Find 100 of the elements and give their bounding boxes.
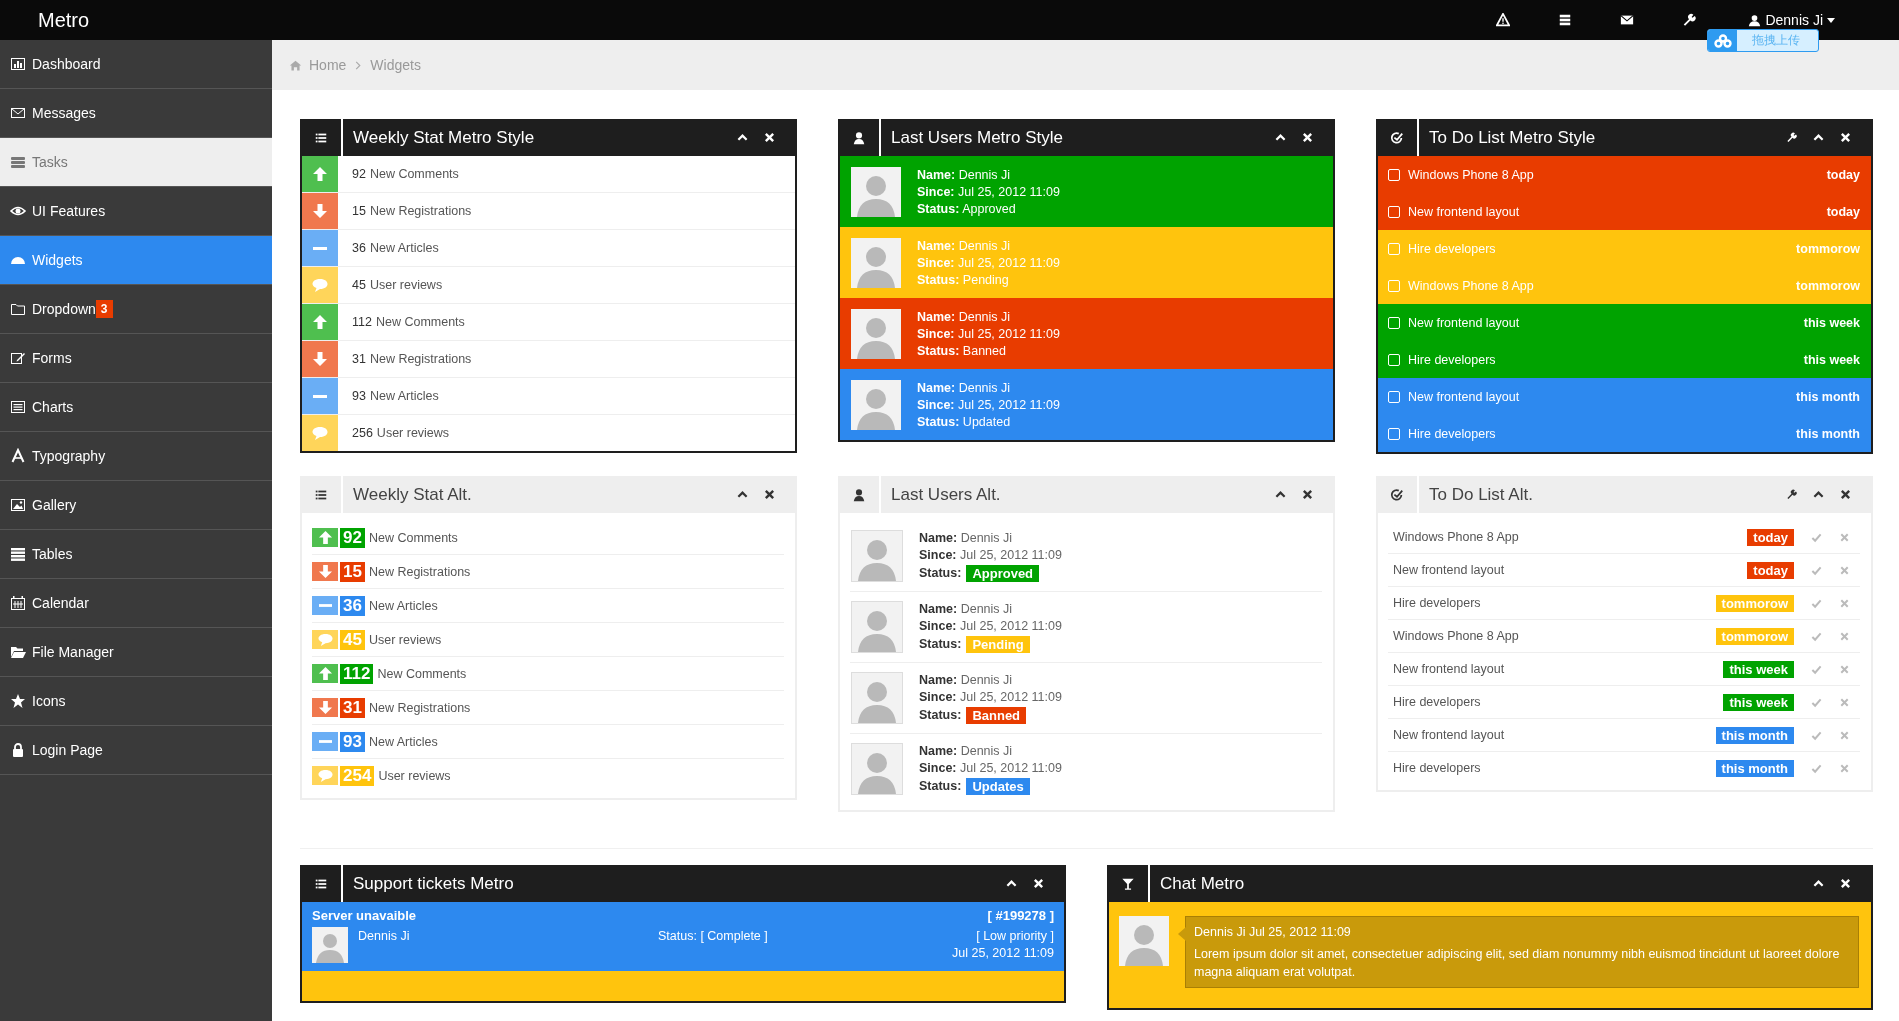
- bar-chart-icon: [10, 56, 26, 72]
- chevron-up-icon[interactable]: [737, 132, 748, 143]
- checkbox[interactable]: [1388, 205, 1400, 218]
- status-badge: Approved: [966, 564, 1040, 582]
- chevron-up-icon[interactable]: [1813, 878, 1824, 889]
- checkbox[interactable]: [1388, 316, 1400, 329]
- user-detail: Name: Dennis Ji: [919, 672, 1014, 687]
- tasks-icon: [10, 154, 26, 170]
- arrow-up-icon: [312, 166, 328, 182]
- check-circle-icon: [1389, 130, 1404, 145]
- chevron-up-icon[interactable]: [1813, 489, 1824, 500]
- stat-text: 93 New Articles: [351, 388, 439, 405]
- avatar-placeholder: [851, 166, 901, 217]
- home-icon: [289, 58, 302, 72]
- checkmark-icon[interactable]: [1811, 762, 1822, 774]
- tasks-icon[interactable]: [1558, 13, 1573, 27]
- avatar-placeholder: [851, 237, 901, 288]
- speech-bubble-icon: [317, 768, 333, 783]
- user-menu-button[interactable]: Dennis Ji: [1744, 12, 1839, 28]
- due-badge: this month: [1715, 726, 1794, 744]
- ticket-date: Jul 25, 2012 11:09: [952, 946, 1054, 960]
- star-icon: [10, 693, 26, 709]
- chevron-up-icon[interactable]: [1006, 878, 1017, 889]
- close-icon[interactable]: [1302, 489, 1313, 500]
- close-icon[interactable]: [764, 489, 775, 500]
- due-badge: today: [1747, 528, 1794, 546]
- checkmark-icon[interactable]: [1811, 663, 1822, 675]
- checkbox[interactable]: [1388, 279, 1400, 292]
- checkbox[interactable]: [1388, 168, 1400, 181]
- warning-icon[interactable]: [1496, 13, 1511, 27]
- user-detail: Since: Jul 25, 2012 11:09: [919, 689, 1062, 704]
- checkmark-icon[interactable]: [1811, 531, 1822, 543]
- speech-bubble-icon: [312, 277, 328, 293]
- close-icon[interactable]: [1840, 489, 1851, 500]
- wrench-icon[interactable]: [1682, 13, 1697, 27]
- count-badge: 45: [340, 629, 365, 650]
- checkmark-icon[interactable]: [1811, 729, 1822, 741]
- user-detail: Name: Dennis Ji: [917, 309, 1012, 324]
- panel-title: Weekly Stat Metro Style: [352, 127, 535, 148]
- envelope-icon: [10, 105, 26, 121]
- arrow-up-icon: [317, 530, 333, 545]
- sidebar-item[interactable]: Dropdown 3: [0, 285, 272, 334]
- todo-label: Hire developers: [1408, 241, 1496, 256]
- user-icon: [851, 487, 866, 502]
- stat-text: 31 New Registrations: [351, 351, 472, 368]
- sidebar-item[interactable]: Tasks: [0, 138, 272, 187]
- checkbox[interactable]: [1388, 427, 1400, 440]
- todo-label: New frontend layout: [1393, 662, 1505, 676]
- todo-label: Windows Phone 8 App: [1408, 167, 1534, 182]
- status-label: Status:: [919, 637, 962, 651]
- checkmark-icon[interactable]: [1811, 630, 1822, 642]
- panel-title: Support tickets Metro: [352, 873, 514, 894]
- status-label: Status:: [919, 708, 962, 722]
- stat-label: User reviews: [368, 632, 442, 647]
- wrench-icon[interactable]: [1786, 132, 1797, 143]
- chevron-right-icon: [355, 60, 362, 70]
- checkbox[interactable]: [1388, 353, 1400, 366]
- avatar-placeholder: [312, 927, 348, 963]
- checkmark-icon[interactable]: [1811, 564, 1822, 576]
- panel-title: Chat Metro: [1159, 873, 1245, 894]
- chevron-up-icon[interactable]: [1813, 132, 1824, 143]
- panel-title: To Do List Alt.: [1428, 484, 1533, 505]
- todo-label: Hire developers: [1408, 426, 1496, 441]
- checkbox[interactable]: [1388, 390, 1400, 403]
- envelope-icon[interactable]: [1620, 13, 1635, 27]
- folder-icon: [10, 644, 26, 660]
- count-badge: 112: [340, 663, 374, 684]
- due-badge: this week: [1723, 660, 1794, 678]
- panel-title: Weekly Stat Alt.: [352, 484, 472, 505]
- calendar-icon: [10, 595, 26, 611]
- stat-label: New Comments: [377, 666, 467, 681]
- wrench-icon[interactable]: [1786, 489, 1797, 500]
- user-detail: Since: Jul 25, 2012 11:09: [917, 184, 1060, 199]
- stat-label: New Articles: [368, 598, 438, 613]
- checkbox[interactable]: [1388, 242, 1400, 255]
- avatar-placeholder: [1119, 916, 1169, 966]
- stat-label: New Registrations: [368, 564, 471, 579]
- chevron-up-icon[interactable]: [1275, 489, 1286, 500]
- ticket-author: Dennis Ji: [358, 929, 411, 943]
- user-detail: Since: Jul 25, 2012 11:09: [917, 397, 1060, 412]
- user-detail: Status: Approved: [917, 201, 1017, 216]
- status-label: Status:: [919, 779, 962, 793]
- chevron-up-icon[interactable]: [1275, 132, 1286, 143]
- todo-label: New frontend layout: [1393, 563, 1505, 577]
- brand-logo: Metro: [38, 8, 90, 32]
- user-detail: Since: Jul 25, 2012 11:09: [919, 618, 1062, 633]
- picture-icon: [10, 497, 26, 513]
- user-detail: Status: Pending: [917, 272, 1010, 287]
- checkmark-icon[interactable]: [1811, 597, 1822, 609]
- caret-icon: [1827, 17, 1835, 23]
- todo-label: Windows Phone 8 App: [1408, 278, 1534, 293]
- user-detail: Name: Dennis Ji: [917, 380, 1012, 395]
- due-badge: tommorow: [1715, 627, 1794, 645]
- stat-text: 256 User reviews: [351, 425, 450, 442]
- avatar-placeholder: [851, 672, 903, 724]
- sidebar-item[interactable]: Widgets: [0, 236, 272, 285]
- chevron-up-icon[interactable]: [737, 489, 748, 500]
- speech-bubble-icon: [317, 632, 333, 647]
- user-icon: [1748, 13, 1762, 27]
- checkmark-icon[interactable]: [1811, 696, 1822, 708]
